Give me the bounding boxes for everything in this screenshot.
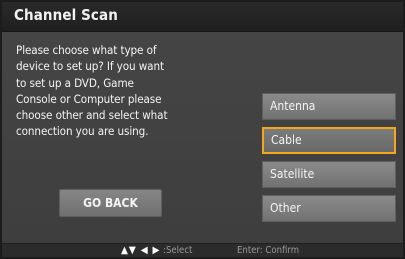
channel-scan-dialog: Channel Scan Please choose what type of … (0, 0, 405, 259)
option-satellite[interactable]: Satellite (262, 161, 396, 188)
instruction-line: Console or Computer please (16, 91, 162, 106)
dialog-title: Channel Scan (14, 6, 118, 24)
footer-hint-bar: ▲▼ ◀ ▶ :Select Enter: Confirm (2, 243, 403, 257)
navigation-hint: ▲▼ ◀ ▶ :Select (121, 244, 193, 257)
option-other[interactable]: Other (262, 195, 396, 222)
device-type-options: Antenna Cable Satellite Other (262, 93, 399, 229)
arrow-keys-icon: ▲▼ ◀ ▶ (121, 245, 161, 256)
content-panel: Please choose what type of device to set… (2, 32, 403, 243)
instruction-text: Please choose what type of device to set… (16, 42, 216, 140)
instruction-line: device to set up? If you want (16, 59, 164, 74)
option-antenna[interactable]: Antenna (262, 93, 396, 120)
instruction-line: choose other and select what (16, 108, 168, 123)
instruction-line: connection you are using. (16, 124, 149, 139)
instruction-line: to set up a DVD, Game (16, 75, 134, 90)
title-bar: Channel Scan (2, 2, 403, 32)
go-back-button[interactable]: GO BACK (59, 189, 162, 217)
select-hint-label: :Select (163, 245, 193, 256)
option-cable[interactable]: Cable (262, 127, 396, 154)
instruction-line: Please choose what type of (16, 43, 157, 57)
confirm-hint-label: Enter: Confirm (237, 245, 300, 256)
